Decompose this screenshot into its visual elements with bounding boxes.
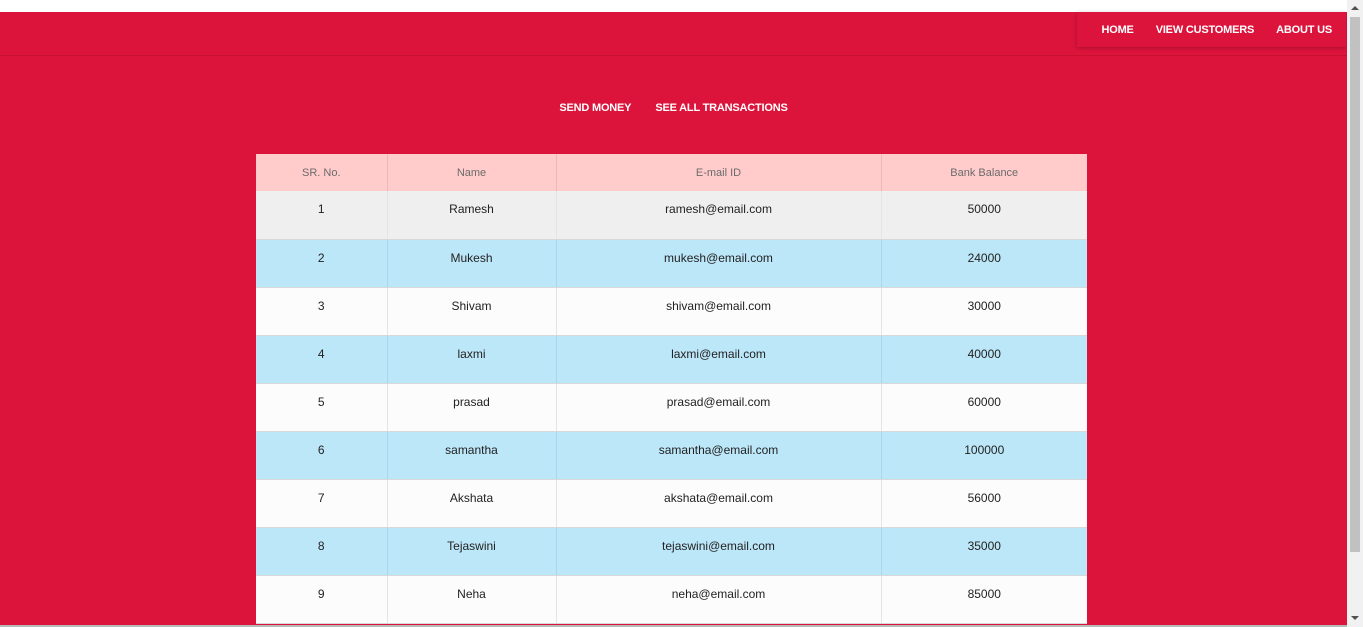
navbar: HOME VIEW CUSTOMERS ABOUT US <box>0 12 1347 56</box>
cell-email: prasad@email.com <box>556 383 882 432</box>
cell-name: Akshata <box>387 479 557 528</box>
cell-email: akshata@email.com <box>556 479 882 528</box>
cell-email: tejaswini@email.com <box>556 527 882 576</box>
cell-sr-no: 1 <box>256 191 388 240</box>
cell-name: samantha <box>387 431 557 480</box>
cell-name: laxmi <box>387 335 557 384</box>
header-name: Name <box>387 154 557 191</box>
table-header-row: SR. No. Name E-mail ID Bank Balance <box>256 154 1087 191</box>
header-sr-no: SR. No. <box>256 154 388 191</box>
table-row: 9 Neha neha@email.com 85000 <box>256 575 1087 624</box>
table-row: 7 Akshata akshata@email.com 56000 <box>256 479 1087 528</box>
cell-sr-no: 2 <box>256 239 388 288</box>
browser-top-strip <box>0 0 1347 12</box>
table-row: 1 Ramesh ramesh@email.com 50000 <box>256 191 1087 240</box>
action-links: SEND MONEY SEE ALL TRANSACTIONS <box>0 102 1347 114</box>
cell-sr-no: 3 <box>256 287 388 336</box>
table-row: 4 laxmi laxmi@email.com 40000 <box>256 335 1087 384</box>
customers-table: SR. No. Name E-mail ID Bank Balance 1 Ram… <box>256 154 1087 624</box>
cell-sr-no: 4 <box>256 335 388 384</box>
page-background: HOME VIEW CUSTOMERS ABOUT US SEND MONEY … <box>0 12 1347 625</box>
cell-balance: 24000 <box>881 239 1087 288</box>
cell-sr-no: 6 <box>256 431 388 480</box>
header-balance: Bank Balance <box>881 154 1087 191</box>
table-row: 5 prasad prasad@email.com 60000 <box>256 383 1087 432</box>
cell-balance: 50000 <box>881 191 1087 240</box>
cell-balance: 60000 <box>881 383 1087 432</box>
cell-email: samantha@email.com <box>556 431 882 480</box>
nav-home-link[interactable]: HOME <box>1101 24 1133 36</box>
cell-balance: 30000 <box>881 287 1087 336</box>
send-money-link[interactable]: SEND MONEY <box>559 102 631 114</box>
scroll-up-arrow-icon[interactable] <box>1351 6 1359 10</box>
table-body: 1 Ramesh ramesh@email.com 50000 2 Mukesh mukes… <box>256 191 1087 624</box>
cell-sr-no: 9 <box>256 575 388 624</box>
table-row: 8 Tejaswini tejaswini@email.com 35000 <box>256 527 1087 576</box>
cell-email: laxmi@email.com <box>556 335 882 384</box>
customers-table-container: SR. No. Name E-mail ID Bank Balance 1 Ram… <box>256 154 1087 625</box>
nav-view-customers-link[interactable]: VIEW CUSTOMERS <box>1156 24 1255 36</box>
header-email: E-mail ID <box>556 154 882 191</box>
table-row: 3 Shivam shivam@email.com 30000 <box>256 287 1087 336</box>
cell-balance: 85000 <box>881 575 1087 624</box>
nav-menu: HOME VIEW CUSTOMERS ABOUT US <box>1077 12 1346 47</box>
cell-balance: 100000 <box>881 431 1087 480</box>
cell-sr-no: 7 <box>256 479 388 528</box>
cell-sr-no: 8 <box>256 527 388 576</box>
nav-about-us-link[interactable]: ABOUT US <box>1276 24 1332 36</box>
cell-balance: 35000 <box>881 527 1087 576</box>
see-all-transactions-link[interactable]: SEE ALL TRANSACTIONS <box>655 102 787 114</box>
scroll-down-arrow-icon[interactable] <box>1351 616 1359 620</box>
cell-sr-no: 5 <box>256 383 388 432</box>
cell-name: Tejaswini <box>387 527 557 576</box>
cell-email: neha@email.com <box>556 575 882 624</box>
scroll-thumb[interactable] <box>1350 17 1360 552</box>
cell-name: Shivam <box>387 287 557 336</box>
cell-email: shivam@email.com <box>556 287 882 336</box>
cell-name: Ramesh <box>387 191 557 240</box>
cell-email: ramesh@email.com <box>556 191 882 240</box>
cell-balance: 56000 <box>881 479 1087 528</box>
table-row: 2 Mukesh mukesh@email.com 24000 <box>256 239 1087 288</box>
cell-name: prasad <box>387 383 557 432</box>
cell-name: Mukesh <box>387 239 557 288</box>
cell-name: Neha <box>387 575 557 624</box>
table-row: 6 samantha samantha@email.com 100000 <box>256 431 1087 480</box>
cell-email: mukesh@email.com <box>556 239 882 288</box>
vertical-scrollbar[interactable] <box>1347 0 1363 627</box>
cell-balance: 40000 <box>881 335 1087 384</box>
